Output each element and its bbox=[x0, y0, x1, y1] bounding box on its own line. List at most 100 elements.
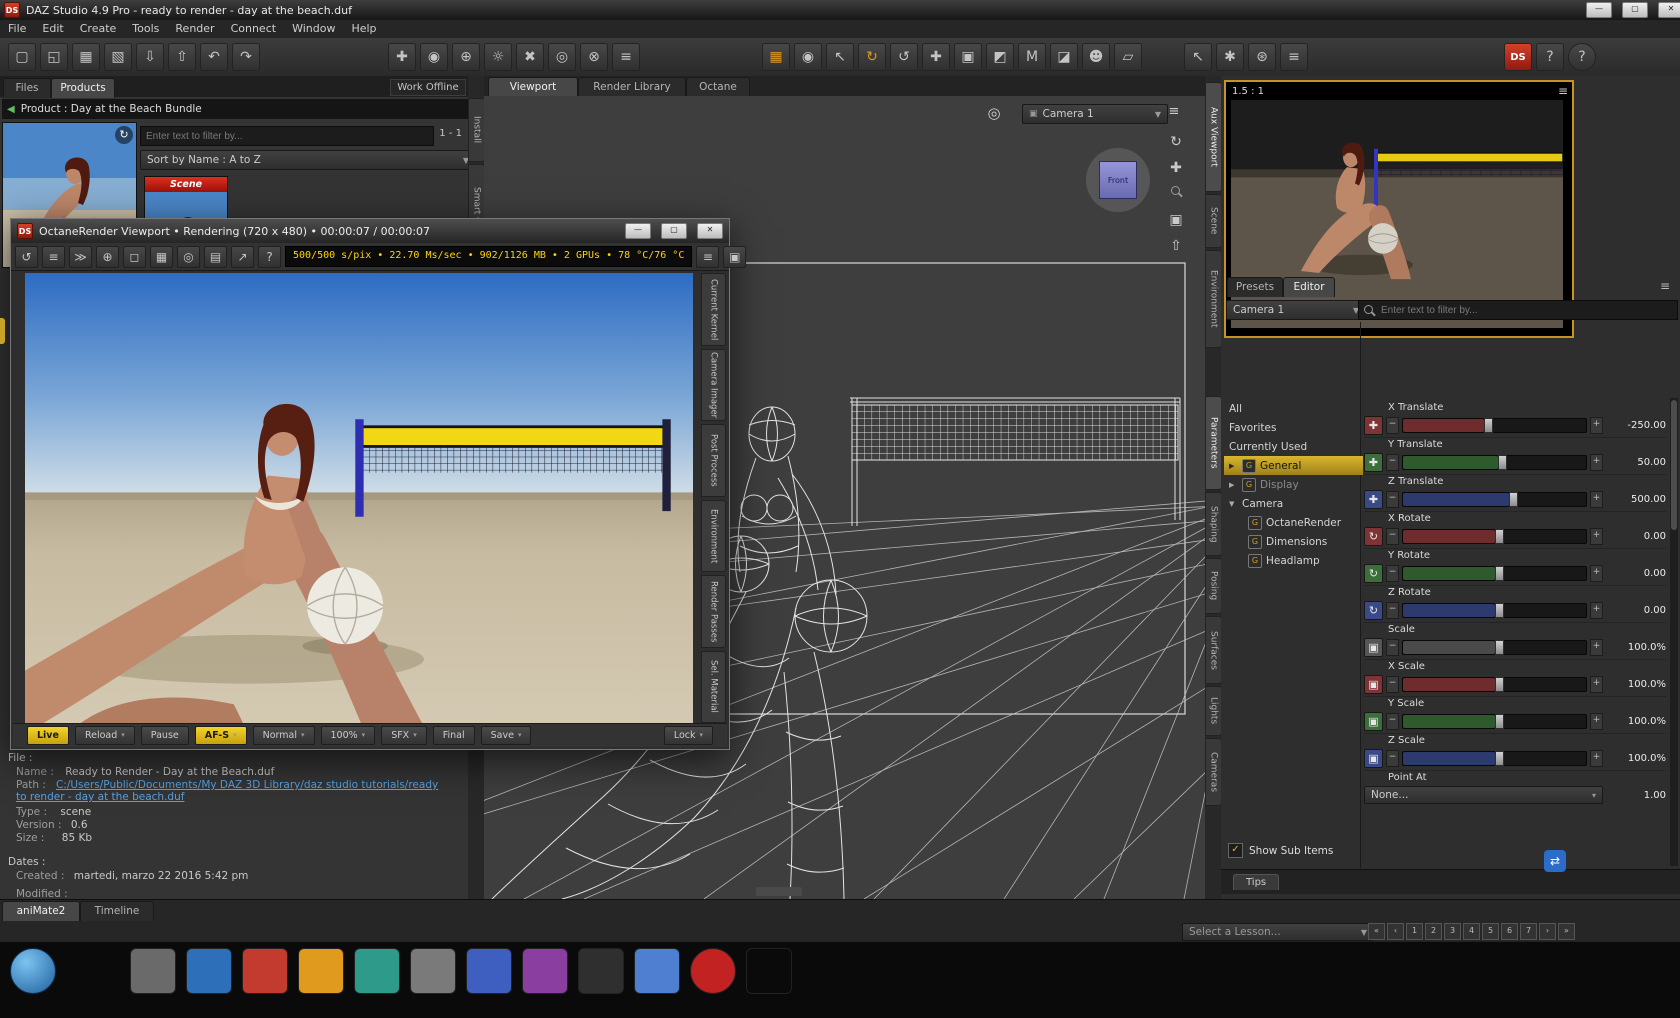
expander-icon[interactable]: ▶ bbox=[1229, 481, 1238, 489]
redo-icon[interactable]: ↷ bbox=[232, 43, 260, 71]
restart-render-icon[interactable]: ↺ bbox=[15, 245, 38, 268]
group-item-dimensions[interactable]: G Dimensions bbox=[1224, 532, 1382, 551]
reset-view-icon[interactable]: ⇧ bbox=[1166, 236, 1186, 256]
dock-tab-aux-viewport[interactable]: Aux Viewport bbox=[1205, 82, 1222, 192]
param-value[interactable]: 0.00 bbox=[1606, 531, 1666, 542]
menu-file[interactable]: File bbox=[0, 20, 34, 38]
dock-tab-posing[interactable]: Posing bbox=[1205, 558, 1222, 614]
decrement-button[interactable]: − bbox=[1386, 527, 1399, 545]
param-slider[interactable] bbox=[1402, 491, 1587, 507]
param-slider[interactable] bbox=[1402, 417, 1587, 433]
import-icon[interactable]: ⇩ bbox=[136, 43, 164, 71]
dock-tab-lights[interactable]: Lights bbox=[1205, 686, 1222, 736]
view-orientation-cube[interactable]: Front bbox=[1086, 148, 1150, 212]
final-button[interactable]: Final bbox=[432, 726, 475, 745]
lesson-nav-button[interactable]: 7 bbox=[1520, 923, 1537, 940]
param-slider[interactable] bbox=[1402, 602, 1587, 618]
lesson-nav-button[interactable]: 6 bbox=[1501, 923, 1518, 940]
taskbar-app-icon[interactable] bbox=[130, 948, 176, 994]
param-slider[interactable] bbox=[1402, 639, 1587, 655]
tab-current-kernel[interactable]: Current Kernel bbox=[701, 273, 726, 346]
param-slider[interactable] bbox=[1402, 750, 1587, 766]
rotate-tool-icon[interactable]: ↺ bbox=[890, 43, 918, 71]
parameters-scrollbar[interactable] bbox=[1670, 398, 1678, 866]
point-at-dropdown[interactable]: None... ▾ bbox=[1364, 786, 1603, 804]
create-light-icon[interactable]: ☼ bbox=[484, 43, 512, 71]
pointer-tool-icon[interactable]: ↖ bbox=[1184, 43, 1212, 71]
upload-scene-icon[interactable]: ↗ bbox=[231, 245, 254, 268]
expander-icon[interactable]: ▶ bbox=[1229, 462, 1238, 470]
create-null-icon[interactable]: ◎ bbox=[548, 43, 576, 71]
taskbar-app-icon[interactable] bbox=[242, 948, 288, 994]
maximize-button[interactable]: ▢ bbox=[1622, 2, 1648, 18]
param-slider[interactable] bbox=[1402, 713, 1587, 729]
dock-tab-shaping[interactable]: Shaping bbox=[1205, 492, 1222, 556]
viewport-menu-icon[interactable]: ≡ bbox=[1164, 104, 1184, 124]
taskbar-app-icon[interactable] bbox=[410, 948, 456, 994]
pause-button[interactable]: Pause bbox=[140, 726, 189, 745]
scene-list-icon[interactable]: ≡ bbox=[612, 43, 640, 71]
increment-button[interactable]: + bbox=[1590, 749, 1603, 767]
minimize-button[interactable]: — bbox=[1586, 2, 1612, 18]
create-figure-icon[interactable]: ✚ bbox=[388, 43, 416, 71]
lesson-nav-button[interactable]: « bbox=[1368, 923, 1385, 940]
lesson-nav-button[interactable]: ‹ bbox=[1387, 923, 1404, 940]
tab-camera-imager[interactable]: Camera Imager bbox=[701, 348, 726, 421]
menu-connect[interactable]: Connect bbox=[223, 20, 284, 38]
open-file-icon[interactable]: ◱ bbox=[40, 43, 68, 71]
menu-window[interactable]: Window bbox=[284, 20, 343, 38]
spot-render-icon[interactable]: ✱ bbox=[1216, 43, 1244, 71]
increment-button[interactable]: + bbox=[1590, 527, 1603, 545]
tab-products[interactable]: Products bbox=[51, 78, 115, 98]
param-value[interactable]: 0.00 bbox=[1606, 605, 1666, 616]
autofocus-button[interactable]: AF-S ▾ bbox=[194, 726, 247, 745]
taskbar-app-icon[interactable] bbox=[298, 948, 344, 994]
save-render-button[interactable]: Save ▾ bbox=[480, 726, 532, 745]
group-item-headlamp[interactable]: G Headlamp bbox=[1224, 551, 1382, 570]
tab-environment[interactable]: Environment bbox=[701, 499, 726, 572]
increment-button[interactable]: + bbox=[1590, 564, 1603, 582]
scrollbar-thumb[interactable] bbox=[1671, 400, 1677, 530]
viewport-camera-selector[interactable]: ▣ Camera 1 ▼ bbox=[1022, 104, 1168, 124]
increment-button[interactable]: + bbox=[1590, 416, 1603, 434]
increment-button[interactable]: + bbox=[1590, 638, 1603, 656]
reload-button[interactable]: Reload ▾ bbox=[74, 726, 135, 745]
viewport-resize-handle[interactable] bbox=[756, 887, 802, 896]
create-group-icon[interactable]: ⊗ bbox=[580, 43, 608, 71]
collapsed-pane-grip[interactable] bbox=[0, 318, 5, 344]
render-settings-icon[interactable]: ≡ bbox=[42, 245, 65, 268]
parameters-filter-input[interactable] bbox=[1376, 302, 1674, 318]
lesson-nav-button[interactable]: › bbox=[1539, 923, 1556, 940]
aim-sphere-icon[interactable]: ◎ bbox=[984, 104, 1004, 124]
expander-open-icon[interactable]: ▼ bbox=[1229, 500, 1238, 508]
display-mode-button[interactable]: Normal ▾ bbox=[252, 726, 315, 745]
taskbar-app-icon[interactable] bbox=[354, 948, 400, 994]
octane-render-view[interactable] bbox=[15, 273, 693, 723]
decrement-button[interactable]: − bbox=[1386, 712, 1399, 730]
group-item-currently-used[interactable]: Currently Used bbox=[1224, 437, 1363, 456]
lesson-dropdown[interactable]: Select a Lesson... ▼ bbox=[1182, 923, 1374, 941]
frame-view-icon[interactable]: ▣ bbox=[1166, 210, 1186, 230]
dock-tab-install[interactable]: Install bbox=[468, 98, 485, 162]
decrement-button[interactable]: − bbox=[1386, 453, 1399, 471]
whats-this-icon[interactable]: ? bbox=[1536, 43, 1564, 71]
pan-view-icon[interactable]: ✚ bbox=[1166, 158, 1186, 178]
octane-maximize-button[interactable]: ▢ bbox=[661, 223, 687, 239]
lesson-nav-button[interactable]: » bbox=[1558, 923, 1575, 940]
save-icon[interactable]: ▦ bbox=[72, 43, 100, 71]
refresh-product-icon[interactable]: ↻ bbox=[115, 126, 133, 144]
orbit-view-icon[interactable]: ↻ bbox=[1166, 132, 1186, 152]
param-value[interactable]: 500.00 bbox=[1606, 494, 1666, 505]
lesson-nav-button[interactable]: 2 bbox=[1425, 923, 1442, 940]
decrement-button[interactable]: − bbox=[1386, 490, 1399, 508]
param-value[interactable]: 50.00 bbox=[1606, 457, 1666, 468]
back-icon[interactable]: ◀ bbox=[7, 104, 15, 115]
export-icon[interactable]: ⇧ bbox=[168, 43, 196, 71]
work-offline-badge[interactable]: Work Offline bbox=[390, 79, 466, 96]
tab-octane[interactable]: Octane bbox=[686, 77, 750, 97]
param-value[interactable]: 0.00 bbox=[1606, 568, 1666, 579]
snapshot-icon[interactable]: ▣ bbox=[723, 245, 747, 268]
tab-presets[interactable]: Presets bbox=[1227, 277, 1283, 297]
save-as-icon[interactable]: ▧ bbox=[104, 43, 132, 71]
lesson-nav-button[interactable]: 1 bbox=[1406, 923, 1423, 940]
